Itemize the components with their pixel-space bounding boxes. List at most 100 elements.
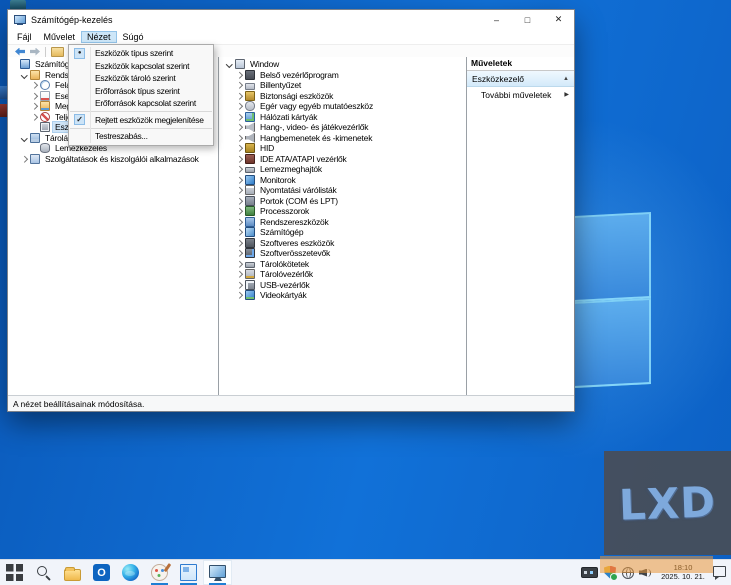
device-category-label: HID xyxy=(260,143,275,154)
expand-chevron-icon[interactable] xyxy=(235,229,244,236)
tray-shield-icon[interactable] xyxy=(603,566,618,581)
expand-chevron-icon[interactable] xyxy=(30,82,39,89)
cpu-icon xyxy=(245,206,255,217)
expand-chevron-icon[interactable] xyxy=(235,82,244,89)
more-actions-item[interactable]: További műveletek ▶ xyxy=(467,87,574,102)
titlebar[interactable]: Számítógép-kezelés – □ ✕ xyxy=(8,10,574,29)
system-tray: 18:10 2025. 10. 21. xyxy=(581,560,731,585)
tray-globe-icon[interactable] xyxy=(622,566,634,579)
expand-chevron-icon[interactable] xyxy=(30,113,39,120)
taskbar-app-paint[interactable] xyxy=(145,560,174,585)
desktop-icon-partial-left-2[interactable] xyxy=(0,104,7,117)
expand-chevron-icon[interactable] xyxy=(235,239,244,246)
expand-chevron-icon[interactable] xyxy=(235,71,244,78)
expand-chevron-icon[interactable] xyxy=(235,292,244,299)
taskbar-app-outlook[interactable] xyxy=(87,560,116,585)
menu-sugo[interactable]: Súgó xyxy=(117,31,150,43)
desktop-icon-partial-top[interactable] xyxy=(10,0,26,10)
device-tree-root-window[interactable]: Window xyxy=(219,59,466,70)
expand-chevron-icon[interactable] xyxy=(20,134,29,141)
forward-button[interactable] xyxy=(30,48,40,56)
action-center-icon[interactable] xyxy=(713,566,726,577)
device-category-nyomtatasi-varolistak[interactable]: Nyomtatási várólisták xyxy=(219,185,466,196)
expand-chevron-icon[interactable] xyxy=(30,103,39,110)
expand-chevron-icon[interactable] xyxy=(235,124,244,131)
expand-chevron-icon[interactable] xyxy=(20,155,29,162)
device-category-billentyuzet[interactable]: Billentyűzet xyxy=(219,80,466,91)
desktop-icon-partial-left-1[interactable] xyxy=(0,86,7,99)
expand-chevron-icon[interactable] xyxy=(225,61,234,68)
taskbar-app-edge[interactable] xyxy=(116,560,145,585)
expand-chevron-icon[interactable] xyxy=(235,113,244,120)
device-category-tarolovezerlok[interactable]: Tárolóvezérlők xyxy=(219,269,466,280)
menu-item-eszkozok-tipus-szerint[interactable]: ● Eszközök típus szerint xyxy=(69,47,213,60)
close-button[interactable]: ✕ xyxy=(543,10,574,29)
firmware-icon xyxy=(245,69,255,80)
device-category-portok-com-es-lpt[interactable]: Portok (COM és LPT) xyxy=(219,195,466,207)
device-category-monitorok[interactable]: Monitorok xyxy=(219,174,466,186)
device-category-tarolokotetek[interactable]: Tárolókötetek xyxy=(219,259,466,270)
expand-chevron-icon[interactable] xyxy=(235,134,244,141)
device-category-szoftverosszetevok[interactable]: Szoftverösszetevők xyxy=(219,248,466,259)
radio-mark-box: ● xyxy=(74,47,85,59)
device-category-szamitogep[interactable]: Számítógép xyxy=(219,227,466,238)
menu-item-eroforrasok-kapcsolat-szerint[interactable]: Erőforrások kapcsolat szerint xyxy=(69,97,213,110)
collapse-chevron-icon[interactable]: ▲ xyxy=(563,76,569,82)
device-category-processzorok[interactable]: Processzorok xyxy=(219,206,466,217)
expand-chevron-icon[interactable] xyxy=(235,250,244,257)
taskbar-app-start[interactable] xyxy=(0,560,29,585)
expand-chevron-icon[interactable] xyxy=(235,155,244,162)
export-list-button[interactable] xyxy=(51,46,64,57)
taskbar-app-computer-management[interactable] xyxy=(203,560,232,585)
back-button[interactable] xyxy=(15,47,25,56)
device-category-biztonsagi-eszkozok[interactable]: Biztonsági eszközök xyxy=(219,90,466,102)
device-category-hangbemenetek-es-kimenetek[interactable]: Hangbemenetek és -kimenetek xyxy=(219,132,466,144)
minimize-button[interactable]: – xyxy=(481,10,512,29)
taskbar-app-file-explorer[interactable] xyxy=(58,560,87,585)
menu-fajl[interactable]: Fájl xyxy=(11,31,38,43)
menu-item-eszkozok-tarolo-szerint[interactable]: Eszközök tároló szerint xyxy=(69,72,213,85)
expand-chevron-icon[interactable] xyxy=(235,281,244,288)
expand-chevron-icon[interactable] xyxy=(235,218,244,225)
maximize-button[interactable]: □ xyxy=(512,10,543,29)
device-category-halozati-kartyak[interactable]: Hálózati kártyák xyxy=(219,111,466,123)
menu-item-label: Eszközök kapcsolat szerint xyxy=(95,60,190,71)
storage-icon xyxy=(30,132,40,143)
expand-chevron-icon[interactable] xyxy=(235,197,244,204)
menu-item-rejtett-eszkozok-megjelenitese[interactable]: ✓ Rejtett eszközök megjelenítése xyxy=(69,114,213,127)
taskbar-clock[interactable]: 18:10 2025. 10. 21. xyxy=(658,563,708,581)
expand-chevron-icon[interactable] xyxy=(20,71,29,78)
expand-chevron-icon[interactable] xyxy=(235,208,244,215)
menu-item-testreszabas[interactable]: Testreszabás... xyxy=(69,130,213,143)
device-category-eger-vagy-egyeb-mutatoeszkoz[interactable]: Egér vagy egyéb mutatóeszköz xyxy=(219,101,466,112)
taskbar-app-search[interactable] xyxy=(29,560,58,585)
menu-item-eszkozok-kapcsolat-szerint[interactable]: Eszközök kapcsolat szerint xyxy=(69,60,213,73)
device-category-videokartyak[interactable]: Videokártyák xyxy=(219,290,466,301)
actions-section-device-manager[interactable]: Eszközkezelő ▲ xyxy=(467,71,574,87)
menu-nezet[interactable]: Nézet xyxy=(81,30,117,43)
console-tree-item-szolgaltatasok-es-kiszolgaloi-alkalmazasok[interactable]: Szolgáltatások és kiszolgálói alkalmazás… xyxy=(8,153,218,165)
expand-chevron-icon[interactable] xyxy=(235,103,244,110)
expand-chevron-icon[interactable] xyxy=(235,92,244,99)
expand-chevron-icon[interactable] xyxy=(235,145,244,152)
expand-chevron-icon[interactable] xyxy=(235,176,244,183)
device-category-szoftveres-eszkozok[interactable]: Szoftveres eszközök xyxy=(219,237,466,249)
outlook-icon xyxy=(93,564,110,581)
device-category-hang-video-es-jatekvezerlok[interactable]: Hang-, video- és játékvezérlők xyxy=(219,122,466,133)
tray-speaker-icon[interactable] xyxy=(639,567,653,579)
device-category-rendszereszkozok[interactable]: Rendszereszközök xyxy=(219,216,466,228)
device-category-hid[interactable]: HID xyxy=(219,143,466,154)
expand-chevron-icon[interactable] xyxy=(30,92,39,99)
device-category-usb-vezerlok[interactable]: USB-vezérlők xyxy=(219,279,466,291)
expand-chevron-icon[interactable] xyxy=(235,271,244,278)
device-category-lemezmeghajtok[interactable]: Lemezmeghajtók xyxy=(219,164,466,175)
taskbar-app-window-app[interactable] xyxy=(174,560,203,585)
expand-chevron-icon[interactable] xyxy=(235,166,244,173)
menu-item-eroforrasok-tipus-szerint[interactable]: Erőforrások típus szerint xyxy=(69,85,213,98)
menu-muvelet[interactable]: Művelet xyxy=(38,31,82,43)
tray-utility-icon[interactable] xyxy=(581,567,598,578)
device-category-ide-ata-atapi-vezerlok[interactable]: IDE ATA/ATAPI vezérlők xyxy=(219,153,466,165)
device-category-belso-vezerloprogram[interactable]: Belső vezérlőprogram xyxy=(219,69,466,81)
expand-chevron-icon[interactable] xyxy=(235,187,244,194)
expand-chevron-icon[interactable] xyxy=(235,260,244,267)
